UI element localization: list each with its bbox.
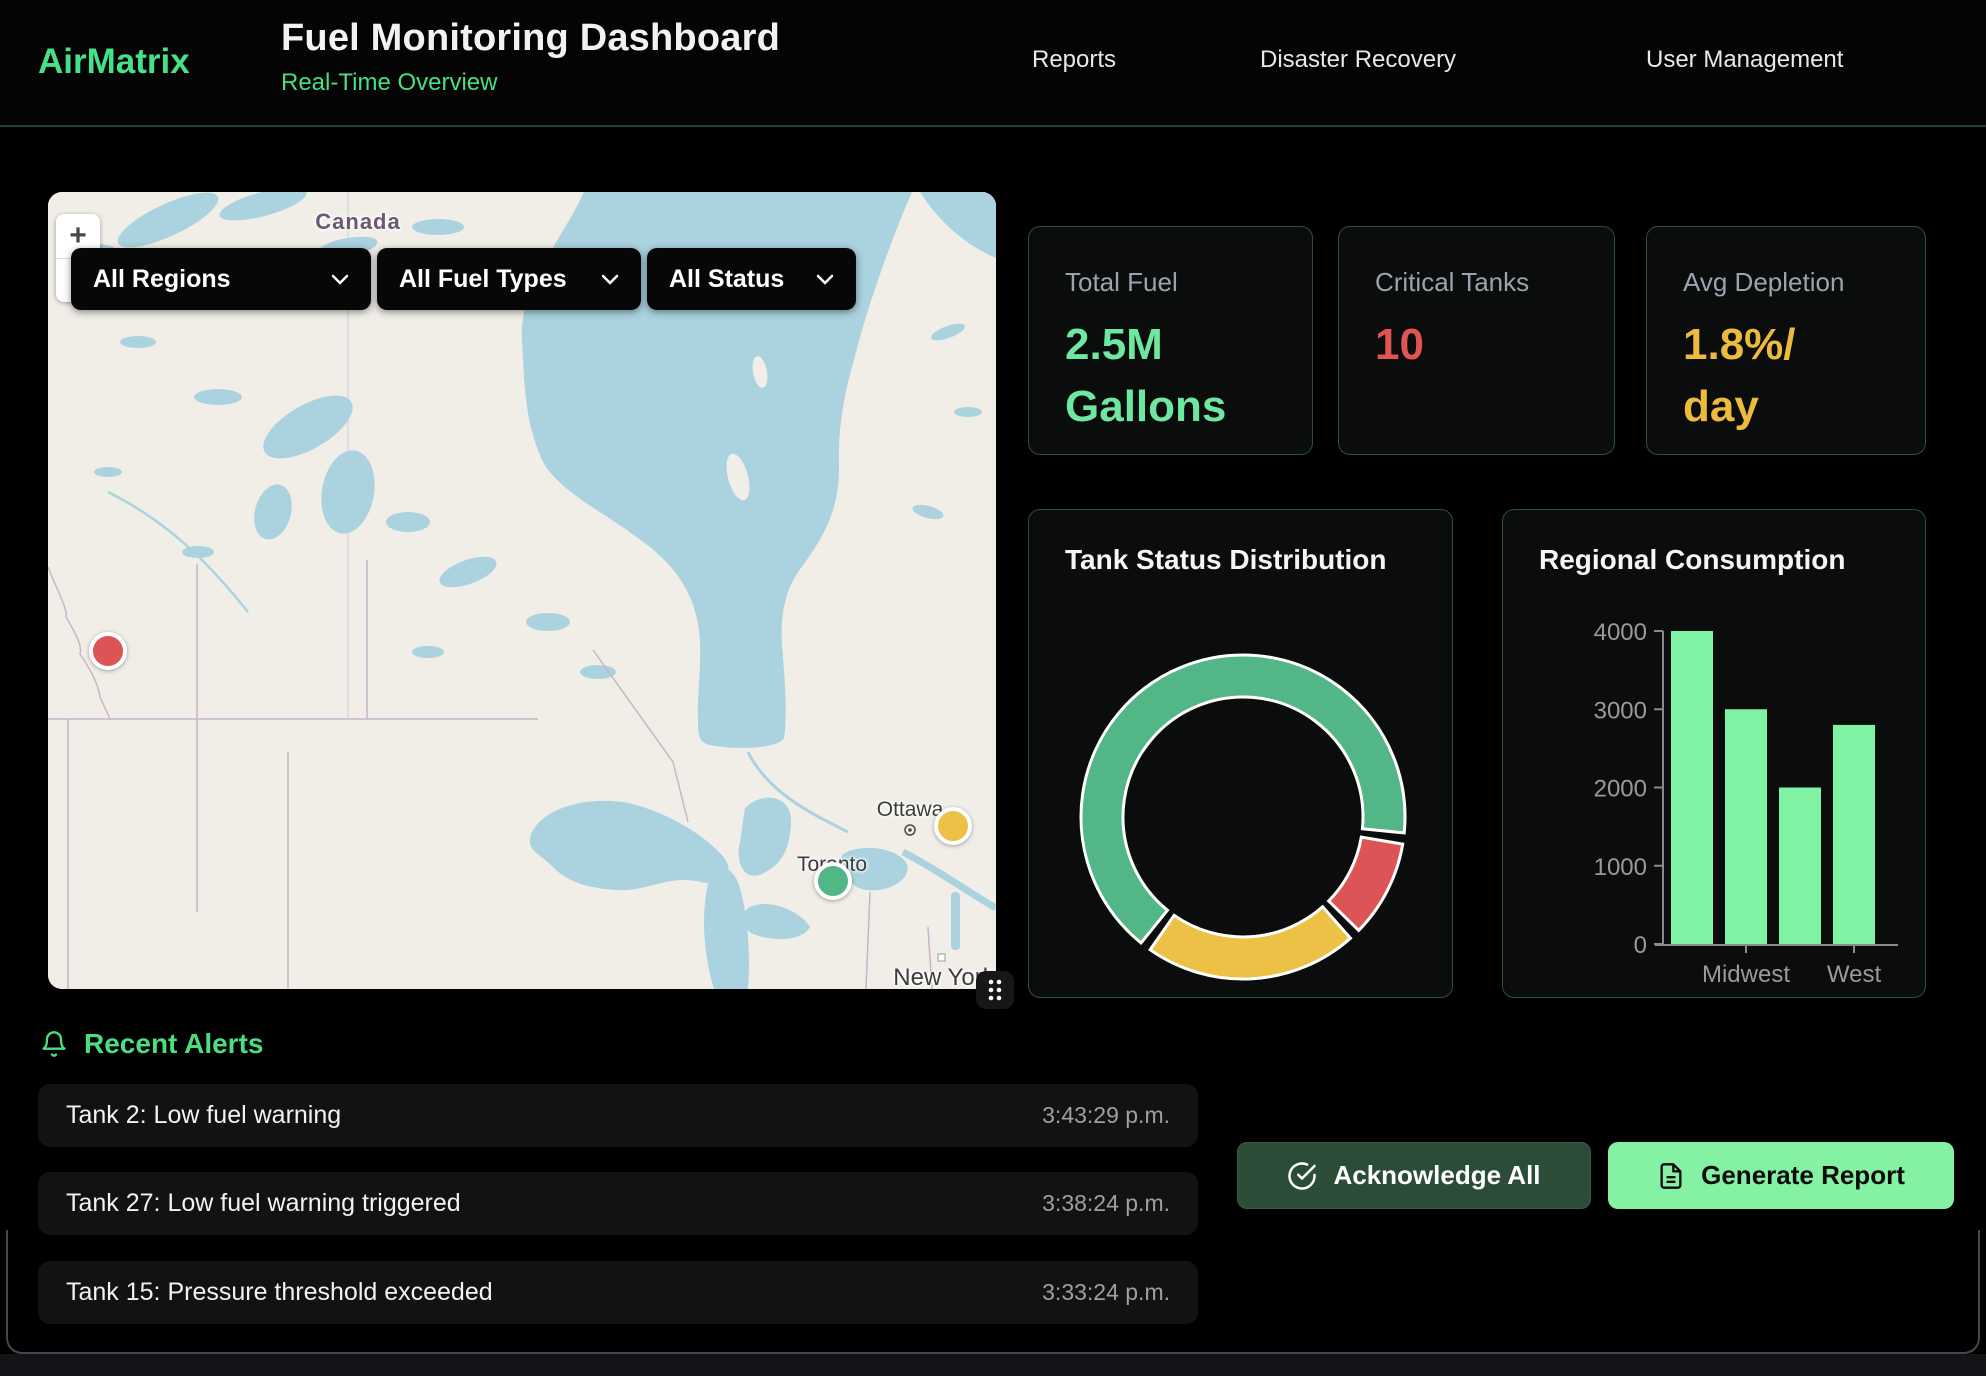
stat-label: Critical Tanks [1375, 267, 1614, 298]
bar-col-2[interactable] [1779, 788, 1821, 945]
check-circle-icon [1287, 1161, 1317, 1191]
acknowledge-all-label: Acknowledge All [1333, 1160, 1540, 1191]
page-title: Fuel Monitoring Dashboard [281, 17, 780, 60]
alert-message: Tank 2: Low fuel warning [66, 1101, 341, 1130]
regional-consumption-bar-chart[interactable]: 0 1000 2000 3000 4000 Midwest West [1503, 510, 1927, 999]
stat-card-total-fuel: Total Fuel 2.5M Gallons [1028, 226, 1313, 455]
nav-disaster-recovery[interactable]: Disaster Recovery [1260, 46, 1456, 74]
y-tick-label: 4000 [1594, 619, 1647, 646]
stat-value: 1.8%/ day [1683, 314, 1925, 439]
generate-report-button[interactable]: Generate Report [1608, 1142, 1954, 1209]
nav-reports[interactable]: Reports [1032, 46, 1116, 74]
alerts-title: Recent Alerts [84, 1028, 263, 1060]
alert-timestamp: 3:33:24 p.m. [1042, 1279, 1170, 1306]
tank-marker-normal[interactable] [814, 862, 852, 900]
window-bottom-strip [0, 1354, 1986, 1376]
x-tick-label: West [1827, 961, 1882, 988]
new-york-town-icon [938, 954, 945, 961]
tank-status-donut-chart[interactable] [1029, 510, 1454, 999]
stat-card-critical-tanks: Critical Tanks 10 [1338, 226, 1615, 455]
y-tick-label: 2000 [1594, 776, 1647, 803]
tank-status-card: Tank Status Distribution [1028, 509, 1453, 998]
alerts-header: Recent Alerts [40, 1028, 263, 1060]
map-drag-handle[interactable] [976, 971, 1014, 1009]
region-filter-dropdown[interactable]: All Regions [71, 248, 371, 310]
app-header: AirMatrix Fuel Monitoring Dashboard Real… [0, 0, 1986, 127]
acknowledge-all-button[interactable]: Acknowledge All [1237, 1142, 1591, 1209]
y-tick-label: 1000 [1594, 854, 1647, 881]
region-filter-value: All Regions [93, 265, 231, 294]
stat-label: Total Fuel [1065, 267, 1312, 298]
ottawa-town-icon [905, 825, 915, 835]
alert-timestamp: 3:38:24 p.m. [1042, 1190, 1170, 1217]
chevron-down-icon [331, 274, 349, 285]
map-label-ottawa: Ottawa [877, 798, 944, 822]
alert-row[interactable]: Tank 15: Pressure threshold exceeded 3:3… [38, 1261, 1198, 1324]
alert-row[interactable]: Tank 27: Low fuel warning triggered 3:38… [38, 1172, 1198, 1235]
stat-label: Avg Depletion [1683, 267, 1925, 298]
alert-row[interactable]: Tank 2: Low fuel warning 3:43:29 p.m. [38, 1084, 1198, 1147]
map-label-canada: Canada [315, 209, 400, 235]
alert-timestamp: 3:43:29 p.m. [1042, 1102, 1170, 1129]
bar-West[interactable] [1833, 725, 1875, 944]
generate-report-label: Generate Report [1701, 1160, 1905, 1191]
y-tick-label: 3000 [1594, 697, 1647, 724]
status-filter-dropdown[interactable]: All Status [647, 248, 856, 310]
map-panel[interactable]: Canada Ottawa Toronto New York + All Reg… [48, 192, 996, 989]
x-tick-label: Midwest [1702, 961, 1790, 988]
bell-icon [40, 1029, 68, 1059]
alert-message: Tank 15: Pressure threshold exceeded [66, 1278, 493, 1307]
regional-consumption-card: Regional Consumption 01000200030004000Mi… [1502, 509, 1926, 998]
chevron-down-icon [601, 274, 619, 285]
file-text-icon [1657, 1162, 1685, 1190]
y-tick-label: 0 [1634, 932, 1647, 959]
nav-user-management[interactable]: User Management [1646, 46, 1843, 74]
grip-dots-icon [983, 977, 1007, 1003]
tank-marker-critical[interactable] [89, 632, 127, 670]
stat-card-avg-depletion: Avg Depletion 1.8%/ day [1646, 226, 1926, 455]
page-subtitle: Real-Time Overview [281, 69, 780, 97]
map-filter-bar: All Regions All Fuel Types All Status [71, 248, 856, 310]
status-filter-value: All Status [669, 265, 784, 294]
donut-segment-warning[interactable] [1150, 907, 1350, 979]
stat-value: 2.5M Gallons [1065, 314, 1312, 439]
bar-col-0[interactable] [1671, 631, 1713, 944]
brand-logo: AirMatrix [38, 42, 190, 82]
fuel-type-filter-value: All Fuel Types [399, 265, 567, 294]
chevron-down-icon [816, 274, 834, 285]
bar-Midwest[interactable] [1725, 709, 1767, 944]
fuel-type-filter-dropdown[interactable]: All Fuel Types [377, 248, 641, 310]
alert-message: Tank 27: Low fuel warning triggered [66, 1189, 461, 1218]
donut-segment-critical[interactable] [1329, 837, 1403, 930]
tank-marker-warning[interactable] [934, 807, 972, 845]
title-block: Fuel Monitoring Dashboard Real-Time Over… [281, 17, 780, 97]
stat-value: 10 [1375, 314, 1614, 376]
